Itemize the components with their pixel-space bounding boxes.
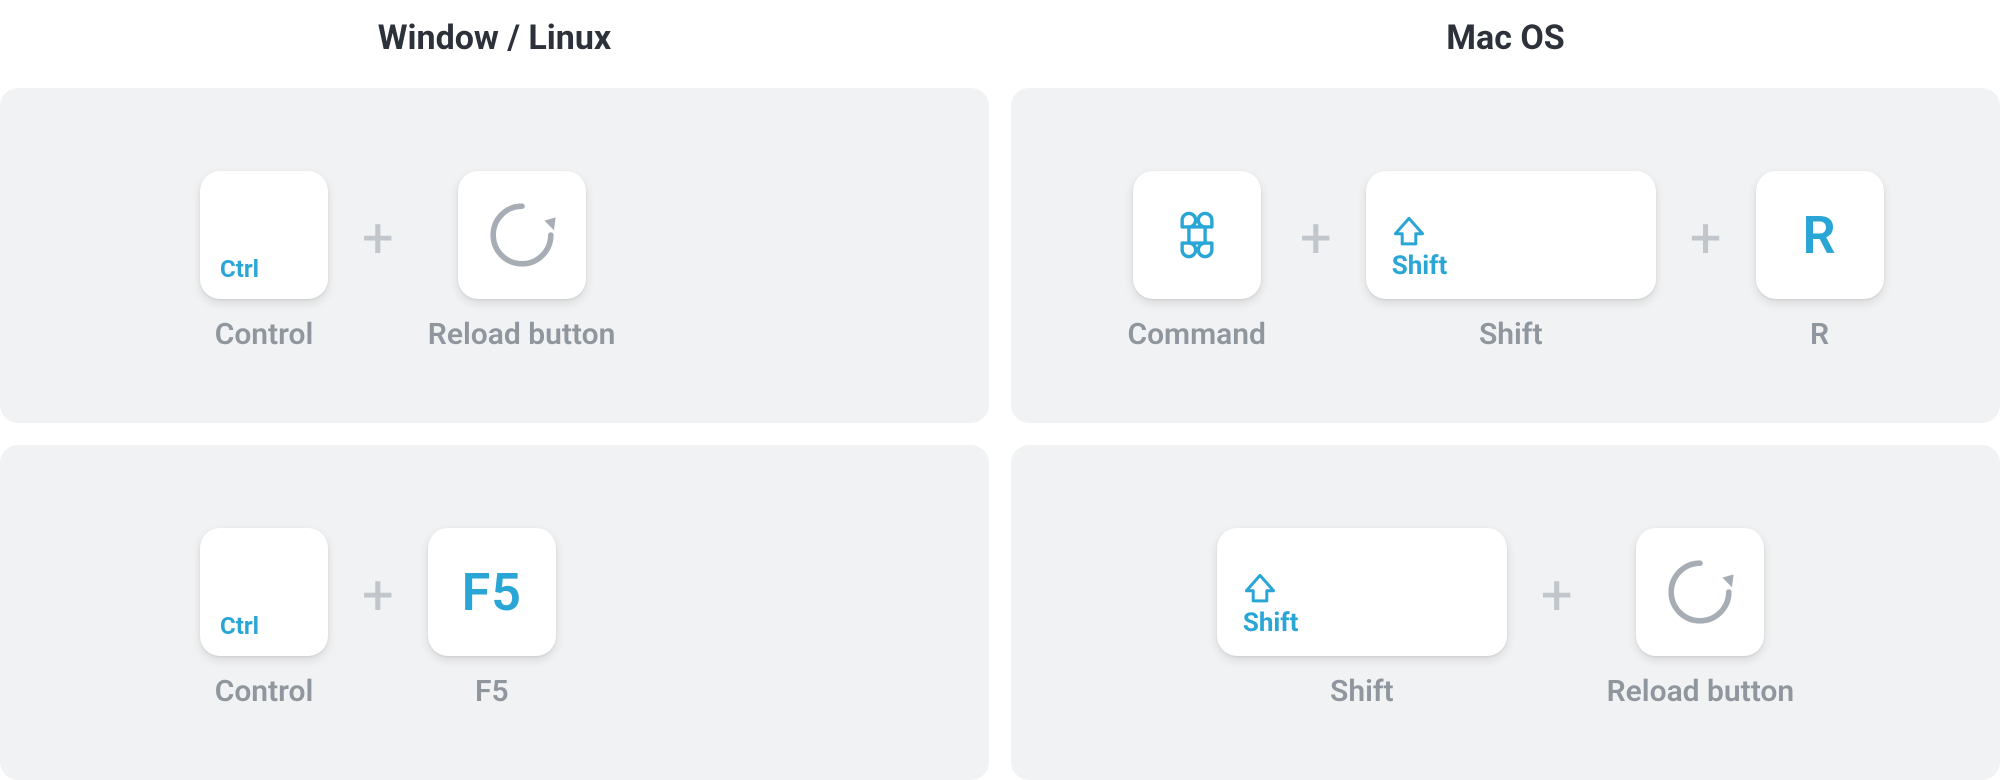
caption-reload-button: Reload button	[1607, 674, 1795, 709]
key-ctrl: Ctrl	[200, 528, 328, 656]
panel-mac-row2: Shift Shift + Reload button	[1011, 445, 2000, 780]
keywrap-shift: Shift Shift	[1366, 171, 1656, 352]
key-label-f5: F5	[462, 562, 522, 623]
column-mac-os: Mac OS Command + Shift	[1011, 0, 2000, 780]
column-title-windows-linux: Window / Linux	[0, 0, 989, 88]
combo-cmd-shift-r: Command + Shift Shift + R	[1127, 171, 1883, 352]
combo-ctrl-f5: Ctrl Control + F5 F5	[200, 528, 556, 709]
command-icon	[1170, 208, 1224, 262]
plus-separator: +	[362, 567, 394, 671]
caption-shift: Shift	[1330, 674, 1394, 709]
reload-icon	[482, 195, 562, 275]
caption-control: Control	[215, 674, 314, 709]
keywrap-command: Command	[1127, 171, 1265, 352]
key-shift: Shift	[1217, 528, 1507, 656]
shortcut-diagram: Window / Linux Ctrl Control + Reload but…	[0, 0, 2000, 780]
key-label-ctrl: Ctrl	[220, 612, 259, 640]
keywrap-f5: F5 F5	[428, 528, 556, 709]
key-label-ctrl: Ctrl	[220, 255, 259, 283]
panel-wl-row1: Ctrl Control + Reload button	[0, 88, 989, 423]
caption-reload-button: Reload button	[428, 317, 616, 352]
plus-separator: +	[1541, 567, 1573, 671]
caption-shift: Shift	[1479, 317, 1543, 352]
key-command	[1133, 171, 1261, 299]
keywrap-ctrl-2: Ctrl Control	[200, 528, 328, 709]
shift-up-icon	[1243, 572, 1277, 606]
caption-command: Command	[1127, 317, 1265, 352]
key-reload	[1636, 528, 1764, 656]
column-title-mac-os: Mac OS	[1011, 0, 2000, 88]
key-label-shift: Shift	[1243, 608, 1299, 638]
key-ctrl: Ctrl	[200, 171, 328, 299]
combo-shift-reload: Shift Shift + Reload button	[1217, 528, 1794, 709]
keywrap-r: R R	[1756, 171, 1884, 352]
key-shift: Shift	[1366, 171, 1656, 299]
caption-f5: F5	[475, 674, 509, 709]
plus-separator: +	[1300, 210, 1332, 314]
key-label-shift: Shift	[1392, 251, 1448, 281]
column-windows-linux: Window / Linux Ctrl Control + Reload but…	[0, 0, 989, 780]
caption-control: Control	[215, 317, 314, 352]
caption-r: R	[1810, 317, 1829, 352]
key-label-r: R	[1802, 205, 1836, 266]
keywrap-reload-2: Reload button	[1607, 528, 1795, 709]
reload-icon	[1660, 552, 1740, 632]
keywrap-reload: Reload button	[428, 171, 616, 352]
plus-separator: +	[1690, 210, 1722, 314]
keywrap-ctrl: Ctrl Control	[200, 171, 328, 352]
panel-mac-row1: Command + Shift Shift + R	[1011, 88, 2000, 423]
keywrap-shift-2: Shift Shift	[1217, 528, 1507, 709]
key-r: R	[1756, 171, 1884, 299]
plus-separator: +	[362, 210, 394, 314]
key-reload	[458, 171, 586, 299]
shift-up-icon	[1392, 215, 1426, 249]
panel-wl-row2: Ctrl Control + F5 F5	[0, 445, 989, 780]
key-f5: F5	[428, 528, 556, 656]
combo-ctrl-reload: Ctrl Control + Reload button	[200, 171, 615, 352]
